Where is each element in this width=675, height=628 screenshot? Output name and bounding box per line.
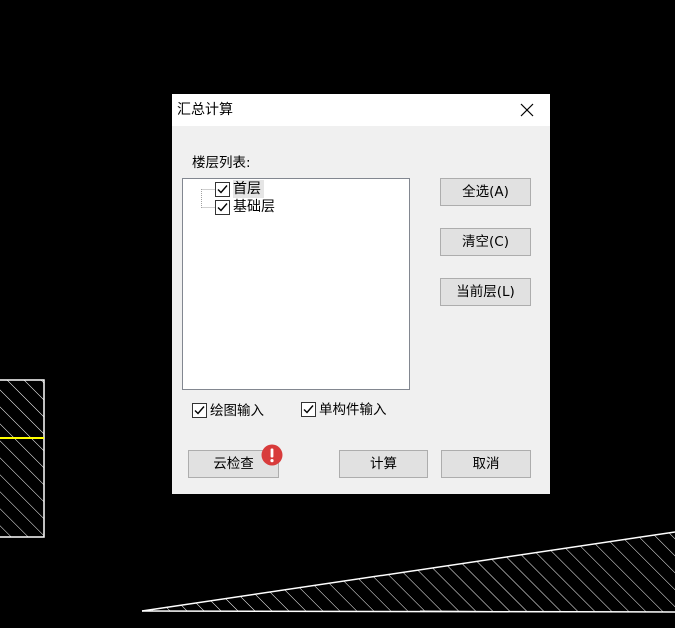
floor-item-label: 首层: [233, 180, 264, 198]
drawing-input-label: 绘图输入: [210, 403, 264, 419]
floor-list-label: 楼层列表:: [192, 155, 251, 171]
single-component-input-label: 单构件输入: [319, 402, 387, 418]
select-all-button[interactable]: 全选(A): [440, 178, 531, 206]
exclamation-alert-icon: [261, 444, 283, 466]
dialog-titlebar[interactable]: 汇总计算: [172, 94, 550, 126]
floor-list[interactable]: 首层 基础层: [182, 178, 410, 390]
summary-calc-dialog: 汇总计算 楼层列表: 首层 基础层 全选(A) 清空(C) 当前层(L) 绘图输…: [172, 94, 550, 494]
checkbox-checked-icon[interactable]: [215, 182, 230, 197]
close-icon: [520, 103, 534, 117]
hatched-wedge: [141, 531, 675, 613]
cancel-button[interactable]: 取消: [441, 450, 531, 478]
clear-button[interactable]: 清空(C): [440, 228, 531, 256]
floor-item-label: 基础层: [233, 199, 275, 215]
checkbox-checked-icon[interactable]: [215, 200, 230, 215]
dialog-title: 汇总计算: [177, 102, 233, 118]
current-floor-button[interactable]: 当前层(L): [440, 278, 531, 306]
checkbox-checked-icon: [192, 403, 207, 418]
calculate-button[interactable]: 计算: [339, 450, 428, 478]
checkbox-checked-icon: [301, 402, 316, 417]
hatched-rectangle: [0, 379, 45, 538]
close-button[interactable]: [504, 94, 550, 126]
